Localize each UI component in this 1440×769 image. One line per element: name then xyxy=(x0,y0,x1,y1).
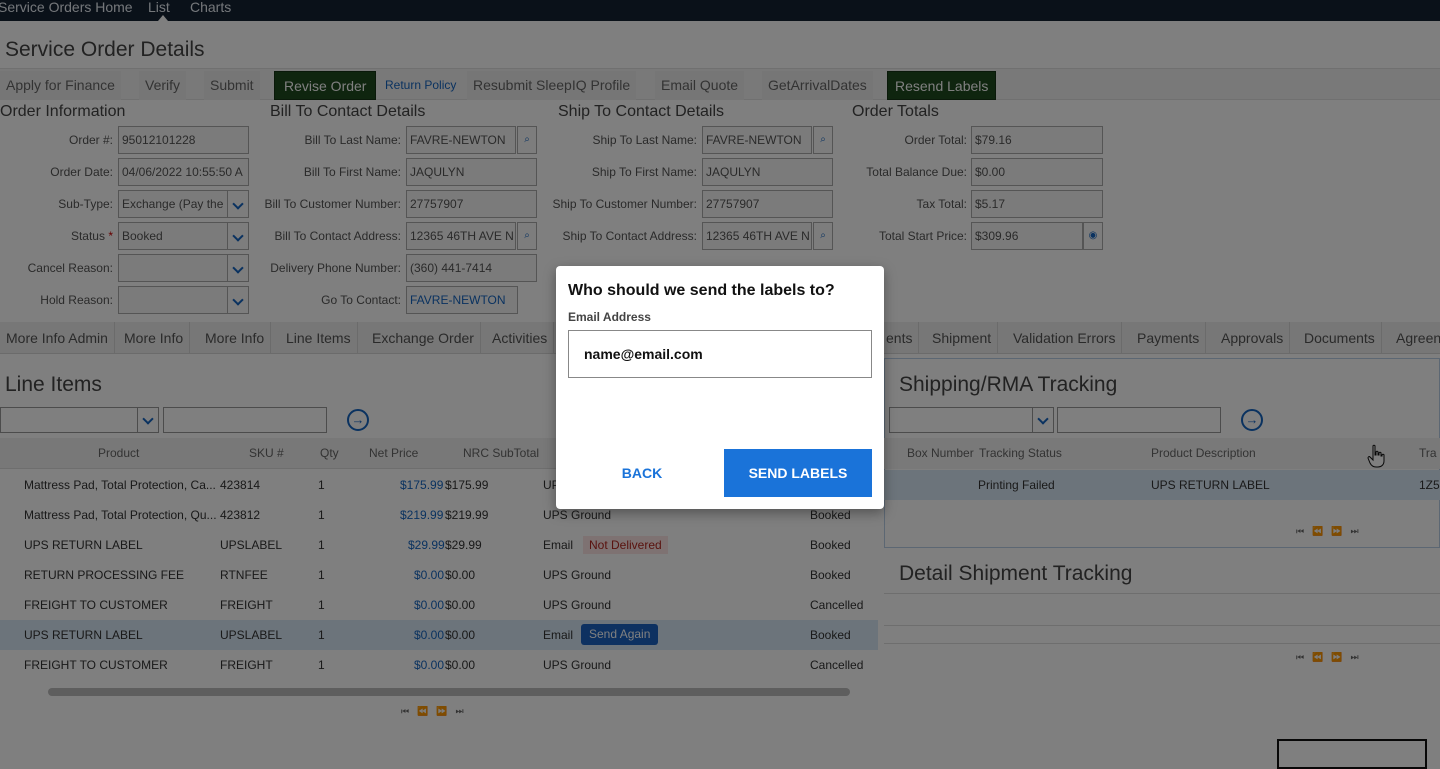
email-address-input[interactable] xyxy=(568,330,872,378)
email-address-label: Email Address xyxy=(568,310,651,324)
dialog-title: Who should we send the labels to? xyxy=(568,282,835,299)
send-labels-button[interactable]: SEND LABELS xyxy=(724,449,872,497)
back-button[interactable]: BACK xyxy=(602,450,682,496)
send-labels-dialog: Who should we send the labels to? Email … xyxy=(556,266,884,509)
